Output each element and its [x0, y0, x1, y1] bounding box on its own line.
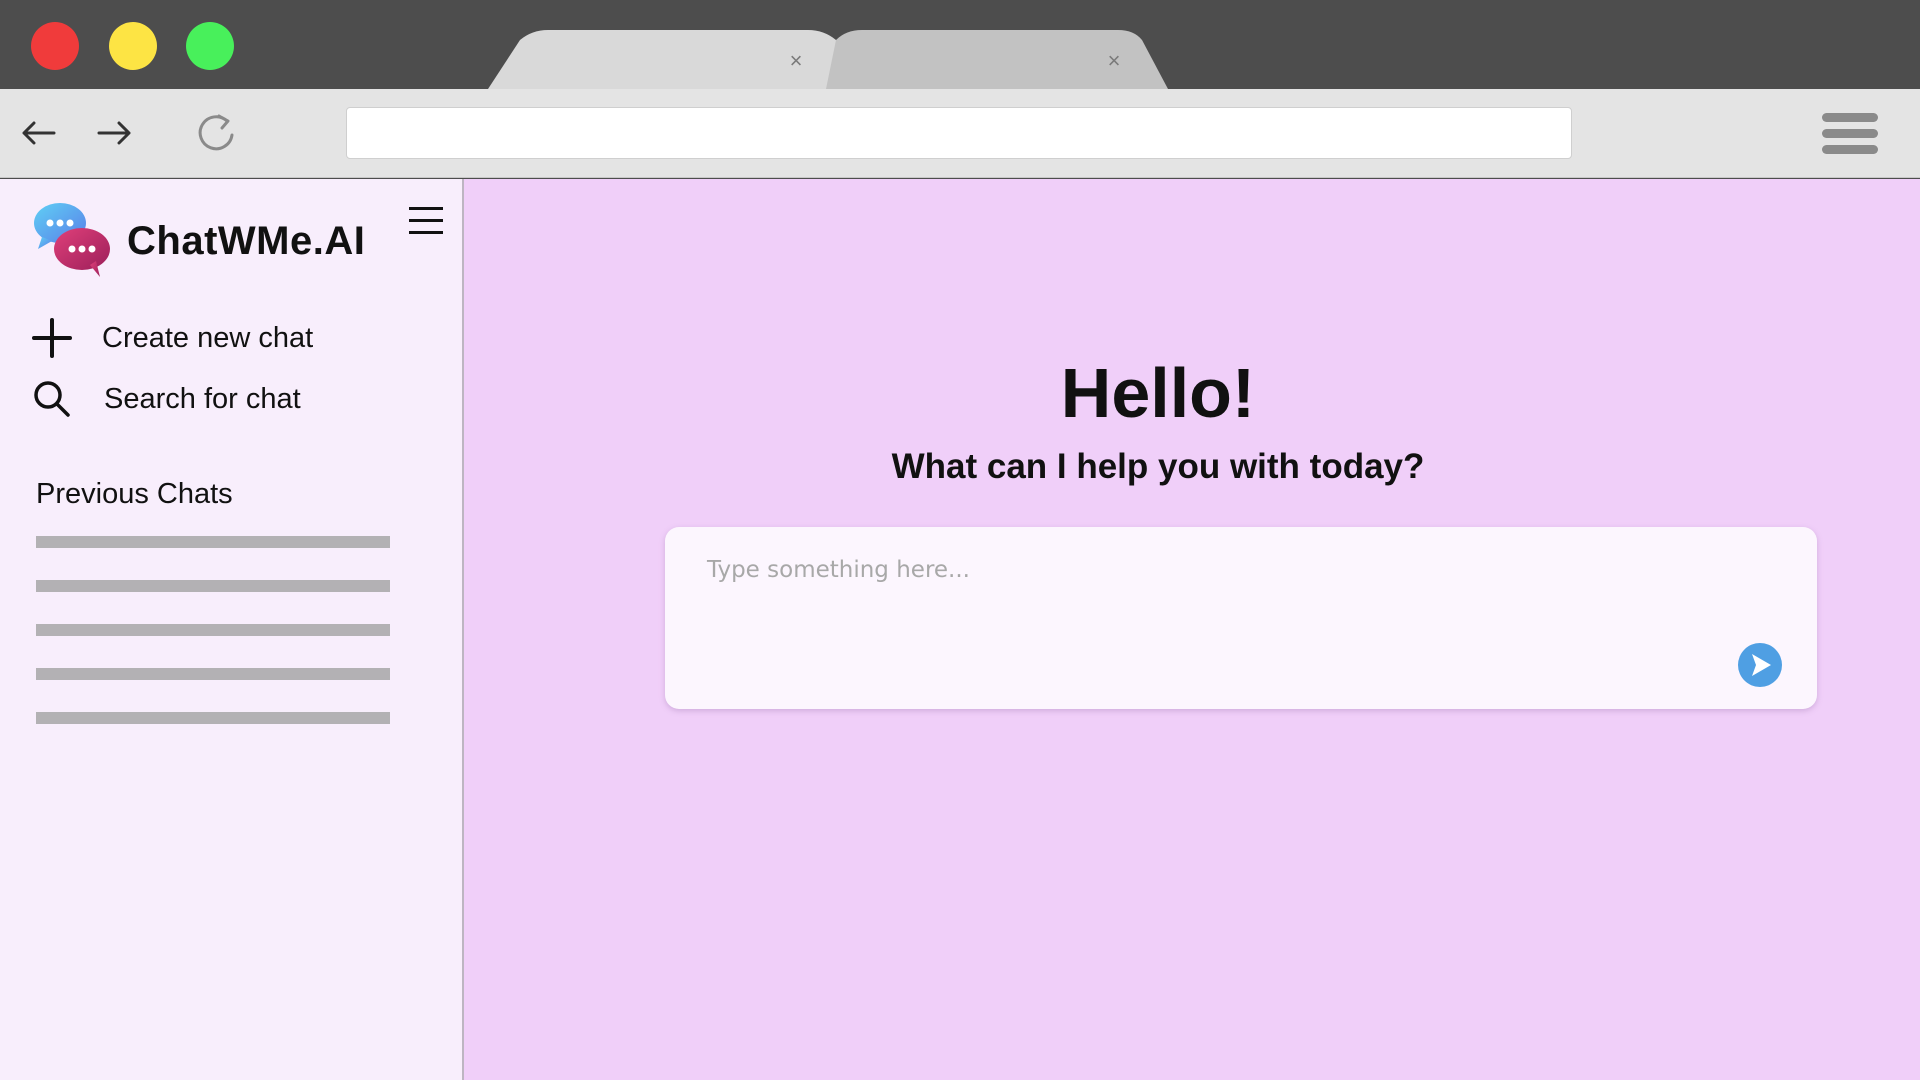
- address-bar[interactable]: [346, 107, 1572, 159]
- menu-icon-line: [1822, 129, 1878, 138]
- search-chat-label: Search for chat: [104, 382, 301, 415]
- previous-chat-placeholder[interactable]: [36, 624, 390, 636]
- menu-icon-line: [1822, 145, 1878, 154]
- previous-chat-placeholder[interactable]: [36, 668, 390, 680]
- hamburger-icon-line: [409, 207, 443, 210]
- back-button[interactable]: [14, 109, 62, 157]
- create-new-chat-label: Create new chat: [102, 321, 314, 354]
- main-content: Hello! What can I help you with today?: [464, 179, 1920, 1080]
- search-icon: [34, 381, 70, 417]
- brand-name: ChatWMe.AI: [127, 219, 366, 263]
- greeting-subtitle: What can I help you with today?: [891, 447, 1425, 486]
- sidebar-toggle-button[interactable]: [409, 207, 443, 235]
- arrow-left-icon: [22, 121, 56, 145]
- browser-window: × × ChatWMe.AI Create new chat Search fo…: [0, 0, 1920, 1080]
- tab-1-close-icon[interactable]: ×: [785, 50, 807, 72]
- send-icon: [1738, 643, 1782, 687]
- send-button[interactable]: [1738, 643, 1782, 687]
- tab-2-close-icon[interactable]: ×: [1103, 50, 1125, 72]
- previous-chat-placeholder[interactable]: [36, 580, 390, 592]
- prompt-box: [665, 527, 1817, 709]
- reload-icon: [198, 114, 234, 151]
- reload-button[interactable]: [193, 109, 241, 157]
- chat-bubbles-logo-icon: [34, 203, 110, 277]
- browser-menu-button[interactable]: [1822, 113, 1880, 155]
- greeting-heading: Hello!: [1060, 354, 1256, 432]
- search-chat-button[interactable]: Search for chat: [30, 375, 301, 423]
- previous-chats-heading: Previous Chats: [36, 478, 233, 510]
- hamburger-icon-line: [409, 219, 443, 222]
- forward-button[interactable]: [91, 109, 139, 157]
- menu-icon-line: [1822, 113, 1878, 122]
- title-bar: × ×: [0, 0, 1920, 89]
- sidebar: ChatWMe.AI Create new chat Search for ch…: [0, 179, 464, 1080]
- hamburger-icon-line: [409, 231, 443, 234]
- plus-icon: [32, 318, 72, 358]
- tab-strip: [488, 30, 1168, 89]
- create-new-chat-button[interactable]: Create new chat: [30, 314, 313, 362]
- previous-chat-placeholder[interactable]: [36, 536, 390, 548]
- previous-chat-placeholder[interactable]: [36, 712, 390, 724]
- browser-toolbar: [0, 89, 1920, 178]
- prompt-input[interactable]: [705, 555, 1729, 679]
- arrow-right-icon: [97, 121, 131, 145]
